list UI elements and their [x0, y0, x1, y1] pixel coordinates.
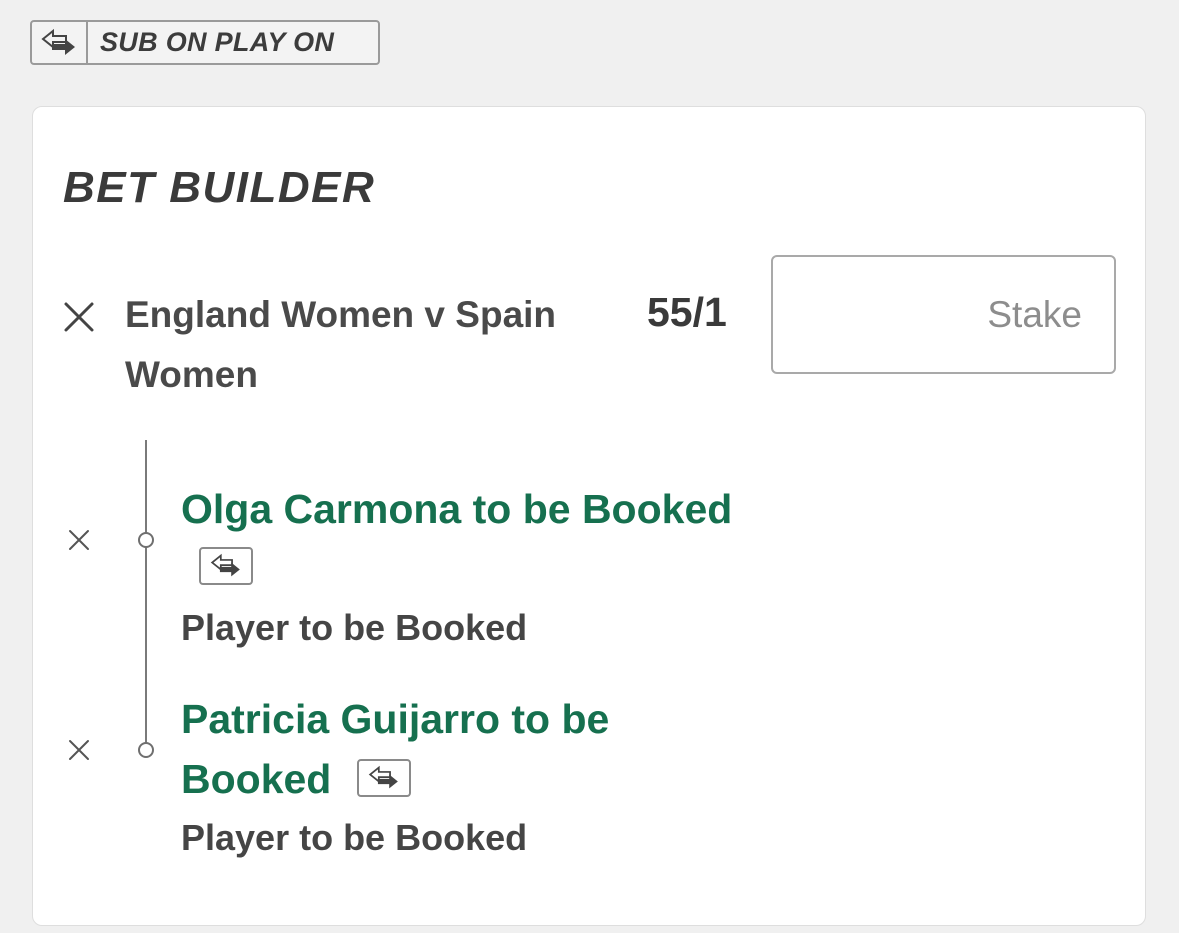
close-icon	[69, 530, 89, 550]
close-icon	[64, 302, 94, 332]
bet-builder-title: BET BUILDER	[63, 163, 376, 212]
remove-selection-1-button[interactable]	[68, 529, 90, 551]
remove-event-button[interactable]	[63, 301, 95, 333]
timeline-dot	[138, 742, 154, 758]
sub-swap-icon	[356, 759, 411, 798]
sub-on-play-on-badge: SUB ON PLAY ON	[30, 20, 380, 65]
selection-1-name: Olga Carmona to be Booked	[181, 486, 733, 532]
remove-selection-2-button[interactable]	[68, 739, 90, 761]
selection-2-market: Player to be Booked	[181, 817, 528, 858]
selection-1-market: Player to be Booked	[181, 607, 528, 648]
timeline-dot	[138, 532, 154, 548]
stake-input[interactable]	[771, 255, 1116, 374]
sub-swap-icon	[199, 547, 253, 585]
event-name: England Women v Spain Women	[125, 294, 557, 395]
event-odds: 55/1	[647, 289, 727, 335]
selection-timeline	[145, 440, 147, 750]
sub-swap-icon	[32, 22, 88, 63]
sub-badge-label: SUB ON PLAY ON	[100, 27, 335, 57]
selection-2-name: Patricia Guijarro to be Booked	[181, 689, 701, 809]
bet-builder-card: BET BUILDER England Women v Spain Women …	[32, 106, 1146, 926]
close-icon	[69, 740, 89, 760]
